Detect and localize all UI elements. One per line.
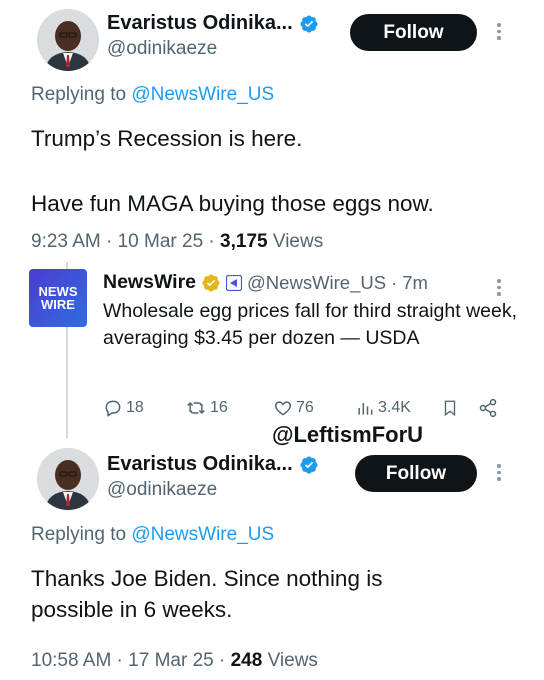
author-name[interactable]: Evaristus Odinika... xyxy=(107,12,293,35)
author-handle[interactable]: @odinikaeze xyxy=(107,479,217,501)
avatar[interactable] xyxy=(37,448,99,510)
share-icon[interactable] xyxy=(478,398,498,423)
repost-action[interactable]: 16 xyxy=(185,398,228,418)
analytics-icon xyxy=(358,403,373,415)
repost-count: 16 xyxy=(210,399,228,416)
views-count: 3,175 xyxy=(220,231,268,252)
author-name-row: Evaristus Odinika... xyxy=(107,453,319,476)
views-label: Views xyxy=(267,650,318,671)
follow-button[interactable]: Follow xyxy=(350,14,477,51)
tweet-date[interactable]: 17 Mar 25 xyxy=(128,650,214,671)
tweet-text-line2: Have fun MAGA buying those eggs now. xyxy=(31,191,434,216)
gold-verified-badge-icon xyxy=(202,273,220,292)
tweet-text: Thanks Joe Biden. Since nothing is possi… xyxy=(31,566,383,622)
like-action[interactable]: 76 xyxy=(273,398,314,418)
more-options-icon[interactable] xyxy=(497,461,501,484)
tweet-time[interactable]: 9:23 AM xyxy=(31,231,101,252)
tweet-text-line1: Trump’s Recession is here. xyxy=(31,126,303,151)
follow-button[interactable]: Follow xyxy=(355,455,477,492)
repost-icon xyxy=(187,401,205,415)
quoted-header: NewsWire @NewsWire_US · 7m xyxy=(103,271,428,294)
views-count: 248 xyxy=(230,650,263,671)
tweet-date[interactable]: 10 Mar 25 xyxy=(118,231,204,252)
views-action[interactable]: 3.4K xyxy=(355,398,411,418)
quoted-text: Wholesale egg prices fall for third stra… xyxy=(103,300,518,349)
quoted-more-options-icon[interactable] xyxy=(497,276,501,299)
author-handle[interactable]: @odinikaeze xyxy=(107,38,217,60)
replying-prefix: Replying to xyxy=(31,524,132,545)
like-count: 76 xyxy=(296,399,314,416)
verified-badge-icon xyxy=(300,455,318,474)
more-options-icon[interactable] xyxy=(497,20,501,43)
affiliate-badge-icon xyxy=(226,274,243,291)
views-label: Views xyxy=(272,231,324,252)
newswire-logo[interactable]: NEWS WIRE xyxy=(29,269,87,327)
watermark: @LeftismForU xyxy=(272,422,424,447)
author-name-row: Evaristus Odinika... xyxy=(107,12,319,35)
avatar[interactable] xyxy=(37,9,99,71)
replying-handle-link[interactable]: @NewsWire_US xyxy=(131,84,274,105)
replying-prefix: Replying to xyxy=(31,84,132,105)
tweet-meta: 9:23 AM · 10 Mar 25 · 3,175 Views xyxy=(31,231,324,252)
bookmark-icon[interactable] xyxy=(441,398,459,423)
author-name[interactable]: Evaristus Odinika... xyxy=(107,453,293,476)
quoted-author-handle[interactable]: @NewsWire_US xyxy=(247,272,386,294)
replying-to: Replying to @NewsWire_US xyxy=(31,524,274,546)
heart-icon xyxy=(274,401,292,416)
reply-action[interactable]: 18 xyxy=(103,398,144,418)
tweet-time[interactable]: 10:58 AM xyxy=(31,650,111,671)
quoted-author-name[interactable]: NewsWire xyxy=(103,271,196,294)
quoted-age: 7m xyxy=(402,271,428,293)
replying-to: Replying to @NewsWire_US xyxy=(31,84,274,106)
views-count: 3.4K xyxy=(378,399,411,416)
tweet-meta: 10:58 AM · 17 Mar 25 · 248 Views xyxy=(31,650,318,671)
replying-handle-link[interactable]: @NewsWire_US xyxy=(131,524,274,545)
reply-icon xyxy=(105,400,121,417)
logo-text-line2: WIRE xyxy=(41,297,75,312)
verified-badge-icon xyxy=(300,14,318,33)
reply-count: 18 xyxy=(126,399,144,416)
